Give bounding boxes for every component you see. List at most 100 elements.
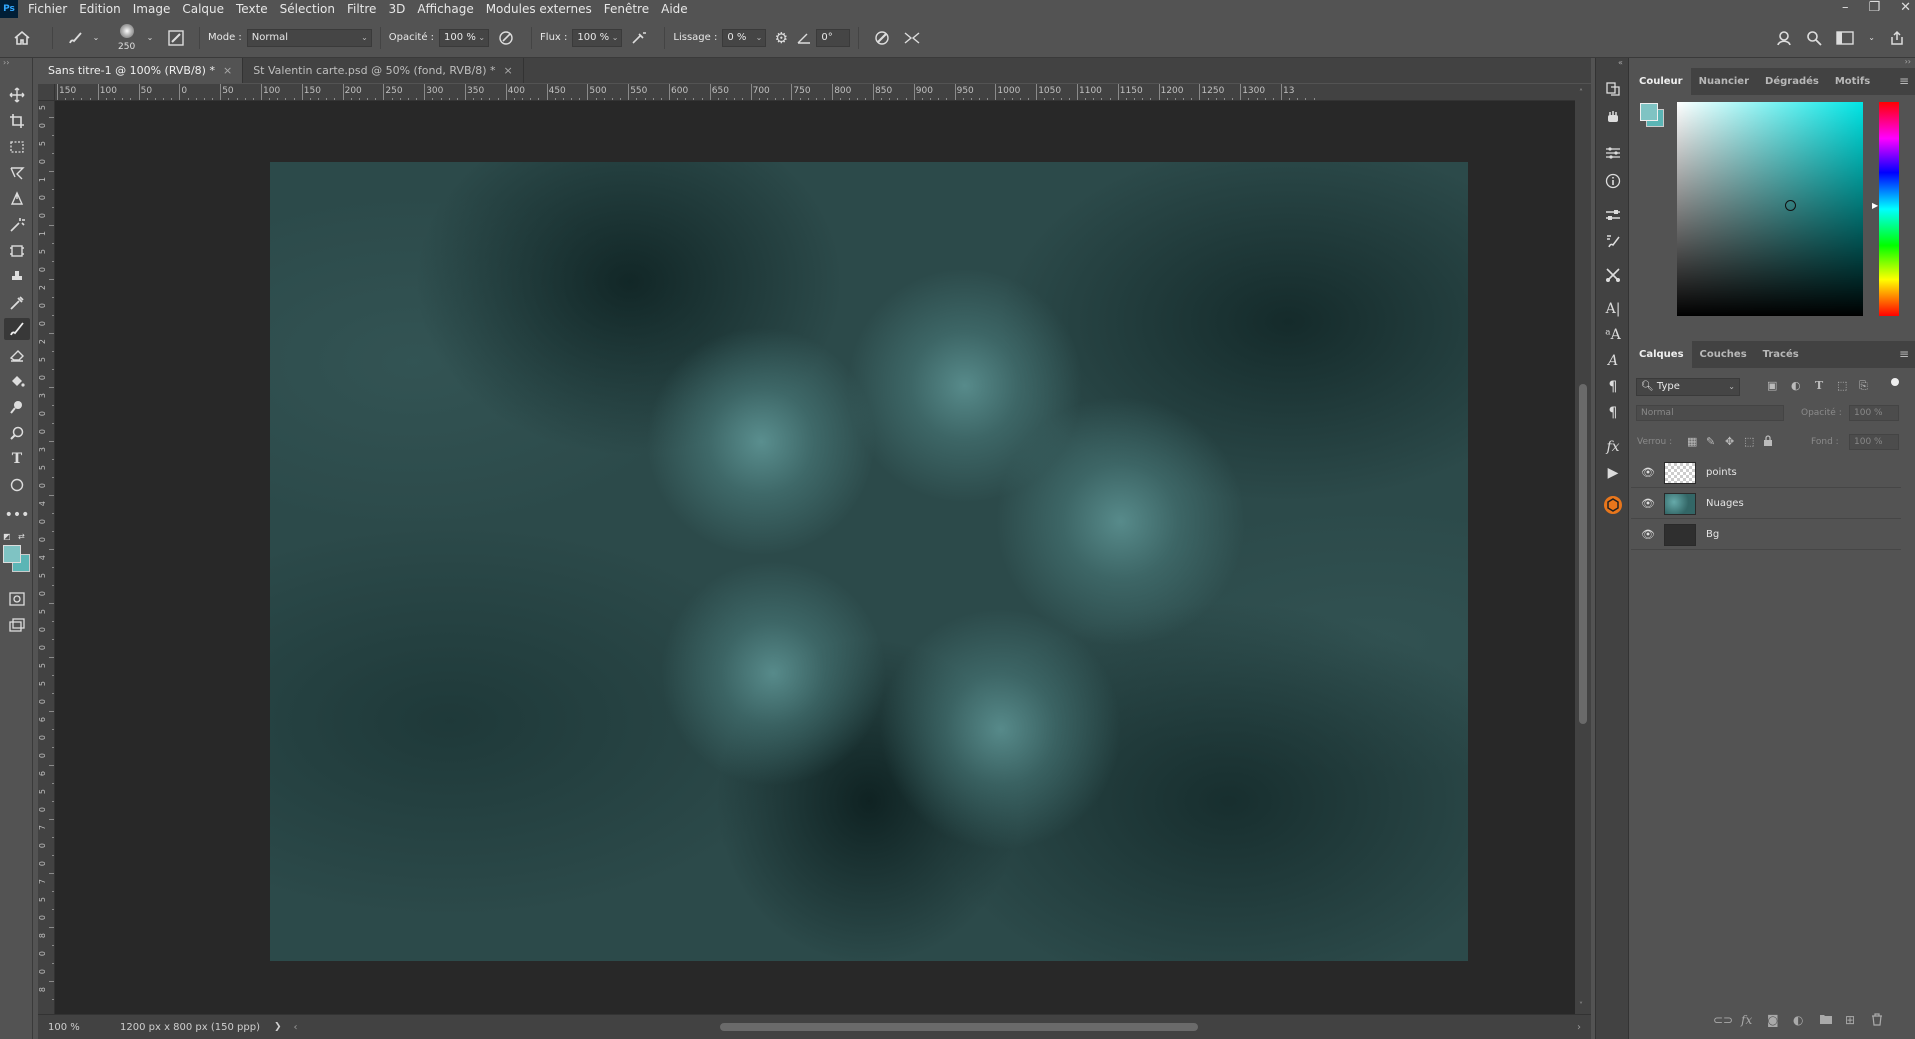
adjustment-layer-icon[interactable]: ◐ [1793,1013,1803,1027]
hue-slider[interactable] [1879,102,1899,316]
screen-mode-icon[interactable] [4,614,30,636]
pressure-opacity-icon[interactable] [489,30,523,46]
folder-icon[interactable] [1819,1013,1833,1028]
eye-icon[interactable]: 👁︎ [1638,497,1658,510]
paragraph-icon[interactable]: ¶ [1602,376,1624,398]
close-icon[interactable]: × [223,64,232,77]
brush-settings-icon[interactable] [161,29,191,46]
frame-tool-icon[interactable] [4,240,30,262]
chevron-down-icon[interactable]: ⌄ [1868,33,1875,42]
lasso-tool-icon[interactable] [4,162,30,184]
dodge-tool-icon[interactable] [4,396,30,418]
menu-selection[interactable]: Sélection [274,0,341,18]
collapse-arrows-icon[interactable]: ›› [1905,57,1911,66]
tab-sans-titre[interactable]: Sans titre-1 @ 100% (RVB/8) * × [38,58,244,83]
document-canvas[interactable] [270,162,1468,961]
play-actions-icon[interactable]: ▶ [1602,462,1624,484]
zoom-level[interactable]: 100 % [48,1022,108,1033]
symmetry-icon[interactable] [897,30,927,46]
search-icon[interactable] [1806,30,1822,46]
lock-transparency-icon[interactable]: ▦ [1687,435,1697,448]
eyedropper-tool-icon[interactable] [4,292,30,314]
vertical-ruler[interactable]: 5 0 5 0 1 0 0 1 5 0 2 0 0 2 5 0 3 0 0 3 5 0 4 0 0 4 5 0 5 0 0 5 5 0 6 0 0 6 5 0… [38,101,55,1014]
pen-tool-icon[interactable] [4,188,30,210]
more-tools-icon[interactable]: ••• [4,504,30,526]
collapse-arrows-icon[interactable]: « [1618,58,1623,67]
layer-row-nuages[interactable]: 👁︎ Nuages [1631,489,1901,519]
default-colors-icon[interactable]: ◩ [3,532,11,541]
tab-calques[interactable]: Calques [1631,341,1692,368]
gear-icon[interactable]: ⚙ [766,29,796,47]
eye-icon[interactable]: 👁︎ [1638,528,1658,541]
tab-couches[interactable]: Couches [1692,341,1755,368]
info-icon[interactable] [1602,170,1624,192]
lissage-field[interactable]: 0 % ⌄ [722,28,767,47]
close-button[interactable]: ✕ [1900,0,1911,16]
chevron-up-icon[interactable]: ˄ [1579,88,1583,97]
menu-image[interactable]: Image [127,0,177,18]
quick-mask-icon[interactable] [4,588,30,610]
move-tool-icon[interactable] [4,84,30,106]
tools-preset-icon[interactable] [1602,264,1624,286]
filter-shape-icon[interactable]: ⬚ [1837,379,1847,392]
color-picker-field[interactable] [1677,102,1863,316]
tab-couleur[interactable]: Couleur [1631,68,1691,95]
vertical-scrollbar[interactable]: ˄ ˅ [1575,84,1591,1014]
home-icon[interactable] [0,30,44,46]
zoom-tool-icon[interactable] [4,422,30,444]
share-icon[interactable] [1889,30,1905,46]
filter-toggle-icon[interactable] [1891,378,1899,386]
hue-slider-arrow[interactable]: ▶ [1872,201,1878,210]
layer-filter-select[interactable]: 🔍︎ Type ⌄ [1636,378,1740,396]
tab-nuancier[interactable]: Nuancier [1691,68,1757,95]
chevron-right-icon[interactable]: › [1577,1022,1581,1033]
blend-mode-select[interactable]: Normal [1636,405,1784,421]
add-mask-icon[interactable]: ◙ [1767,1013,1779,1027]
menu-edition[interactable]: Edition [73,0,127,18]
share-user-icon[interactable] [1776,30,1792,46]
layer-row-points[interactable]: 👁︎ points [1631,458,1901,488]
brush-size-picker[interactable]: 250 [111,20,145,56]
eye-icon[interactable]: 👁︎ [1638,466,1658,479]
opacity-field[interactable]: 100 % ⌄ [439,28,490,47]
tab-traces[interactable]: Tracés [1755,341,1807,368]
panel-menu-icon[interactable]: ≡ [1899,347,1909,361]
plugin-icon[interactable] [1602,494,1624,516]
filter-type-icon[interactable]: T [1815,379,1823,392]
new-layer-icon[interactable]: ⊞ [1845,1013,1855,1027]
tab-st-valentin[interactable]: St Valentin carte.psd @ 50% (fond, RVB/8… [243,58,524,83]
menu-fenetre[interactable]: Fenêtre [598,0,655,18]
close-icon[interactable]: × [504,64,513,77]
filter-adjustment-icon[interactable]: ◐ [1791,379,1801,392]
foreground-color-swatch[interactable] [3,545,21,563]
link-layers-icon[interactable]: ⊂⊃ [1713,1013,1733,1027]
foreground-color-swatch[interactable] [1640,103,1658,121]
panel-menu-icon[interactable]: ≡ [1899,74,1909,88]
marquee-tool-icon[interactable] [4,136,30,158]
layer-row-bg[interactable]: 👁︎ Bg [1631,520,1901,550]
restore-button[interactable]: ❐ [1868,0,1880,16]
airbrush-icon[interactable] [622,30,656,46]
properties-icon[interactable] [1602,204,1624,226]
filter-smart-object-icon[interactable]: ⎘ [1859,379,1868,393]
brush-settings-icon[interactable] [1602,230,1624,252]
menu-calque[interactable]: Calque [176,0,230,18]
paint-bucket-icon[interactable] [4,370,30,392]
magic-wand-icon[interactable] [4,214,30,236]
vertical-scroll-thumb[interactable] [1579,384,1587,724]
stamp-tool-icon[interactable] [4,266,30,288]
trash-icon[interactable] [1871,1013,1883,1029]
ruler-origin[interactable] [38,84,55,101]
history-icon[interactable] [1602,78,1624,100]
minimize-button[interactable]: – [1842,0,1849,16]
workspace-icon[interactable] [1836,30,1854,45]
crop-tool-icon[interactable] [4,110,30,132]
brush-tool-icon[interactable] [4,318,30,340]
chevron-down-icon[interactable]: ˅ [1579,1001,1583,1010]
menu-3d[interactable]: 3D [382,0,411,18]
layer-style-fx-icon[interactable]: fx [1741,1013,1752,1027]
brush-preset-icon[interactable] [61,30,89,46]
lock-position-icon[interactable]: ✥ [1725,435,1734,448]
tab-degrades[interactable]: Dégradés [1757,68,1827,95]
horizontal-ruler[interactable]: 150 100 50 0 50 100 150 200 250 300 350 400 450 500 55… [55,84,1575,101]
